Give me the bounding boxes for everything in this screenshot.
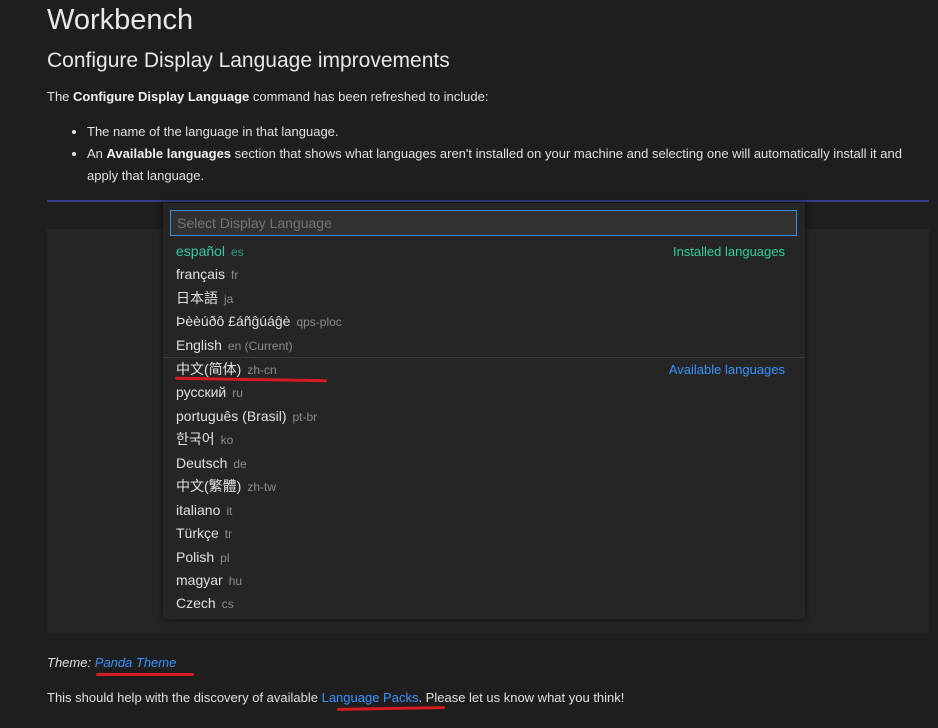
language-option-cs[interactable]: Czech cs	[163, 592, 805, 615]
language-code: pl	[220, 551, 230, 565]
feature-list: The name of the language in that languag…	[47, 121, 927, 187]
language-code: ko	[220, 433, 234, 447]
language-option-ru[interactable]: русский ru	[163, 381, 805, 404]
feature-text: The name of the language in that languag…	[87, 124, 339, 139]
language-option-pl[interactable]: Polish pl	[163, 546, 805, 569]
language-option-tr[interactable]: Türkçe tr	[163, 522, 805, 545]
language-option-de[interactable]: Deutsch de	[163, 452, 805, 475]
language-option-fr[interactable]: français fr	[163, 263, 805, 286]
feature-prefix: An	[87, 146, 107, 161]
language-code: zh-cn	[247, 363, 277, 377]
feature-item-native-name: The name of the language in that languag…	[87, 121, 927, 143]
language-name: English	[176, 337, 222, 353]
language-name: français	[176, 266, 226, 282]
language-code: cs	[221, 597, 234, 611]
language-option-hu[interactable]: magyar hu	[163, 569, 805, 592]
divider	[47, 200, 929, 202]
language-code: qps-ploc	[296, 315, 342, 329]
footer-prefix: This should help with the discovery of a…	[47, 690, 322, 705]
feature-item-available-languages: An Available languages section that show…	[87, 143, 927, 187]
section-heading: Configure Display Language improvements	[47, 49, 450, 72]
closing-paragraph: This should help with the discovery of a…	[47, 690, 624, 705]
language-option-es[interactable]: español es Installed languages	[163, 240, 805, 263]
language-code: it	[226, 504, 233, 518]
intro-prefix: The	[47, 89, 74, 104]
language-name: Polish	[176, 549, 215, 565]
available-languages-label: Available languages	[668, 362, 785, 377]
language-name: español	[176, 243, 226, 259]
language-option-it[interactable]: italiano it	[163, 499, 805, 522]
release-notes-page: Workbench Configure Display Language imp…	[0, 0, 938, 728]
language-code: ja	[224, 292, 234, 306]
language-code: de	[233, 457, 247, 471]
theme-credit: Theme: Panda Theme	[47, 655, 176, 670]
language-name: Czech	[176, 595, 216, 611]
feature-bold: Available languages	[106, 146, 232, 161]
language-code: zh-tw	[247, 480, 276, 494]
intro-suffix: command has been refreshed to include:	[249, 89, 489, 104]
language-code: pt-br	[292, 410, 318, 424]
panda-theme-link[interactable]: Panda Theme	[95, 655, 177, 670]
intro-paragraph: The Configure Display Language command h…	[47, 89, 488, 104]
language-search-input[interactable]	[170, 210, 797, 236]
language-name: italiano	[176, 502, 221, 518]
language-name: русский	[176, 384, 227, 400]
language-name: 한국어	[176, 431, 215, 447]
language-option-qps-ploc[interactable]: Þèèúðô £áñĝúáĝè qps-ploc	[163, 310, 805, 333]
language-code: fr	[231, 268, 239, 282]
language-code: tr	[224, 527, 233, 541]
theme-label: Theme:	[47, 655, 95, 670]
language-option-pt-br[interactable]: português (Brasil) pt-br	[163, 405, 805, 428]
language-code: en (Current)	[227, 339, 293, 353]
annotation-underline-theme	[96, 673, 194, 676]
footer-suffix: . Please let us know what you think!	[418, 690, 625, 705]
intro-command: Configure Display Language	[73, 89, 250, 104]
language-option-en[interactable]: English en (Current)	[163, 334, 805, 357]
language-option-ja[interactable]: 日本語 ja	[163, 287, 805, 310]
language-packs-link[interactable]: Language Packs	[322, 690, 419, 705]
annotation-underline-language-packs	[336, 706, 446, 711]
page-title: Workbench	[47, 4, 194, 36]
language-name: Deutsch	[176, 455, 228, 471]
language-name: 日本語	[176, 290, 218, 306]
language-name: Þèèúðô £áñĝúáĝè	[176, 313, 291, 329]
language-option-zh-tw[interactable]: 中文(繁體) zh-tw	[163, 475, 805, 498]
language-name: 中文(繁體)	[176, 478, 242, 494]
language-code: hu	[228, 574, 243, 588]
language-option-ko[interactable]: 한국어 ko	[163, 428, 805, 451]
language-code: ru	[232, 386, 243, 400]
language-name: português (Brasil)	[176, 408, 287, 424]
display-language-picker: españoles Installed languages françaisfr…	[163, 203, 805, 619]
language-name: Türkçe	[176, 525, 219, 541]
installed-languages-label: Installed languages	[672, 244, 785, 259]
language-code: es	[231, 245, 244, 259]
language-name: magyar	[176, 572, 223, 588]
language-name: 中文(简体)	[176, 361, 242, 377]
